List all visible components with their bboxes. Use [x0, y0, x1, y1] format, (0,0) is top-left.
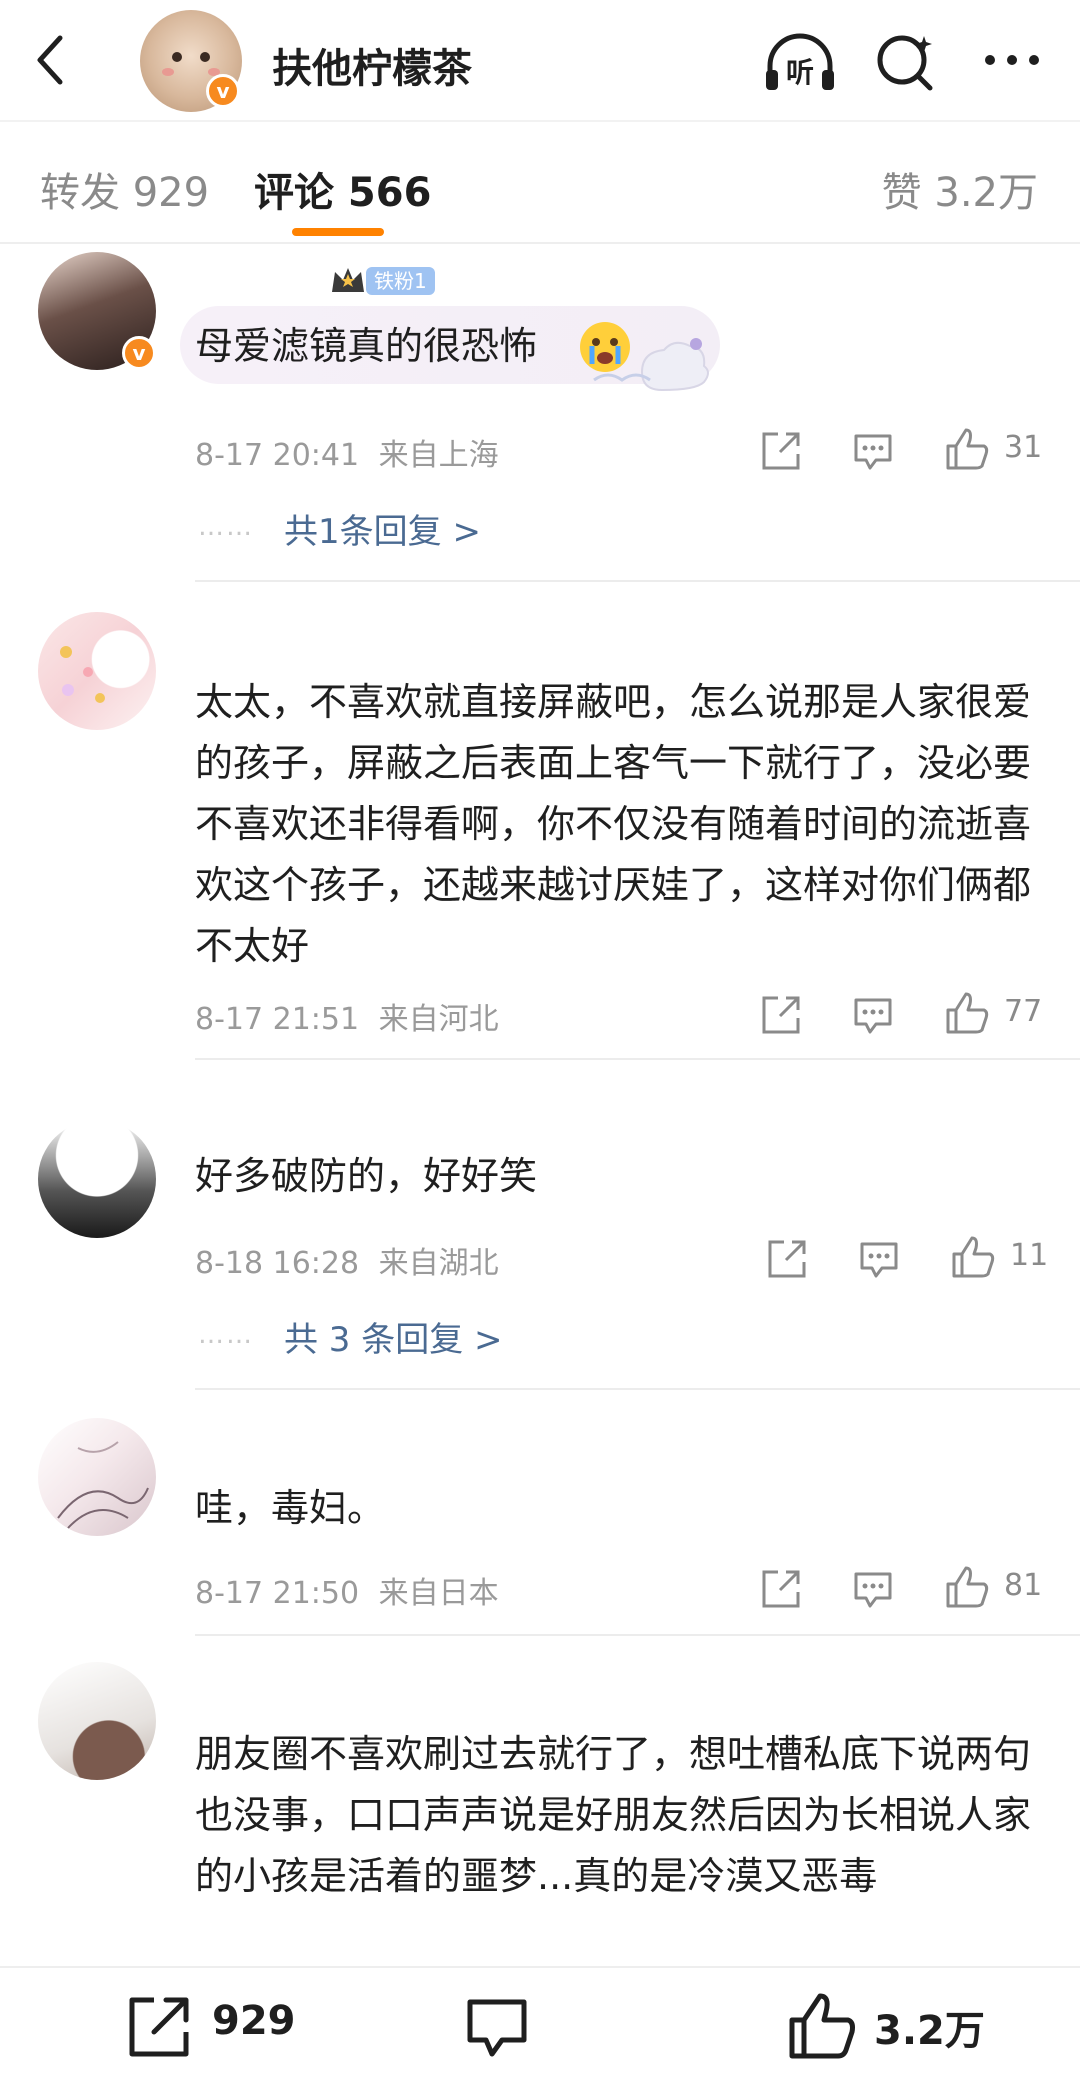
- forward-icon[interactable]: [124, 1992, 194, 2062]
- comment-icon[interactable]: [850, 992, 896, 1038]
- reply-dots: ……: [198, 512, 254, 542]
- comment-text: 哇，毒妇。: [195, 1486, 386, 1530]
- comment-icon[interactable]: [462, 1992, 532, 2062]
- reply-dots: ……: [198, 1320, 254, 1350]
- commenter-avatar[interactable]: [38, 1120, 156, 1238]
- like-icon[interactable]: [944, 990, 990, 1036]
- bottom-action-bar: 929 3.2万: [0, 1966, 1080, 2078]
- avatar-eye: [200, 52, 210, 62]
- commenter-avatar[interactable]: [38, 612, 156, 730]
- share-icon[interactable]: [758, 992, 804, 1038]
- comment-text: 太太，不喜欢就直接屏蔽吧，怎么说那是人家很爱的孩子，屏蔽之后表面上客气一下就行了…: [195, 680, 1032, 968]
- comment-divider: [195, 1634, 1080, 1636]
- fan-level-label: 铁粉1: [366, 267, 435, 295]
- comment-icon[interactable]: [850, 428, 896, 474]
- tab-comments[interactable]: 评论 566: [254, 160, 431, 218]
- tab-likes[interactable]: 赞 3.2万: [882, 160, 1038, 218]
- cloud-sticker-icon: [593, 338, 709, 392]
- avatar-eye: [172, 52, 182, 62]
- active-tab-indicator: [292, 228, 384, 236]
- like-count: 31: [1004, 430, 1043, 465]
- verified-badge-icon: v: [122, 336, 156, 370]
- listen-icon[interactable]: 听: [762, 30, 838, 94]
- tab-bar: 转发 929 评论 566 赞 3.2万: [0, 122, 1080, 244]
- comment-location: 来自上海: [378, 438, 499, 473]
- view-replies-link[interactable]: 共 3 条回复 >: [284, 1312, 503, 1361]
- comment-text: 好多破防的，好好笑: [195, 1154, 538, 1198]
- comment-location: 来自湖北: [378, 1246, 499, 1281]
- back-arrow-icon[interactable]: [30, 30, 70, 90]
- like-count: 77: [1004, 994, 1043, 1029]
- comment-icon[interactable]: [856, 1236, 902, 1282]
- comment-meta: 8-18 16:28 来自湖北: [195, 1238, 499, 1282]
- comment-text: 朋友圈不喜欢刷过去就行了，想吐槽私底下说两句也没事，口口声声说是好朋友然后因为长…: [195, 1732, 1032, 1898]
- comment-divider: [195, 1388, 1080, 1390]
- top-nav-bar: v 扶他柠檬茶 听: [0, 0, 1080, 122]
- like-count: 3.2万: [874, 2008, 985, 2054]
- comment-meta: 8-17 21:51 来自河北: [195, 994, 499, 1038]
- verified-badge-icon: v: [206, 74, 240, 108]
- comment-icon[interactable]: [850, 1566, 896, 1612]
- comment-divider: [195, 1058, 1080, 1060]
- like-count: 81: [1004, 1568, 1043, 1603]
- page-title: 扶他柠檬茶: [272, 46, 472, 92]
- share-icon[interactable]: [758, 1566, 804, 1612]
- like-icon[interactable]: [944, 426, 990, 472]
- search-icon[interactable]: [868, 30, 944, 94]
- comment-meta: 8-17 21:50 来自日本: [195, 1568, 499, 1612]
- comment-time: 8-17 20:41: [195, 438, 360, 473]
- comment-time: 8-17 21:50: [195, 1576, 360, 1611]
- like-icon[interactable]: [950, 1234, 996, 1280]
- commenter-avatar[interactable]: [38, 1662, 156, 1780]
- like-icon[interactable]: [786, 1990, 858, 2062]
- comment-time: 8-18 16:28: [195, 1246, 360, 1281]
- comment-meta: 8-17 20:41 来自上海: [195, 430, 499, 474]
- comment-divider: [195, 580, 1080, 582]
- share-icon[interactable]: [764, 1236, 810, 1282]
- share-icon[interactable]: [758, 428, 804, 474]
- like-count: 11: [1010, 1238, 1049, 1273]
- comment-time: 8-17 21:51: [195, 1002, 360, 1037]
- forward-count: 929: [212, 1998, 296, 2044]
- avatar-blush: [162, 68, 174, 76]
- comment-location: 来自日本: [378, 1576, 499, 1611]
- view-replies-link[interactable]: 共1条回复 >: [284, 504, 481, 553]
- tab-forward[interactable]: 转发 929: [40, 160, 209, 218]
- crown-icon: [332, 268, 364, 292]
- commenter-avatar[interactable]: [38, 1418, 156, 1536]
- listen-label: 听: [786, 56, 814, 89]
- like-icon[interactable]: [944, 1564, 990, 1610]
- more-icon[interactable]: [974, 30, 1050, 94]
- comment-location: 来自河北: [378, 1002, 499, 1037]
